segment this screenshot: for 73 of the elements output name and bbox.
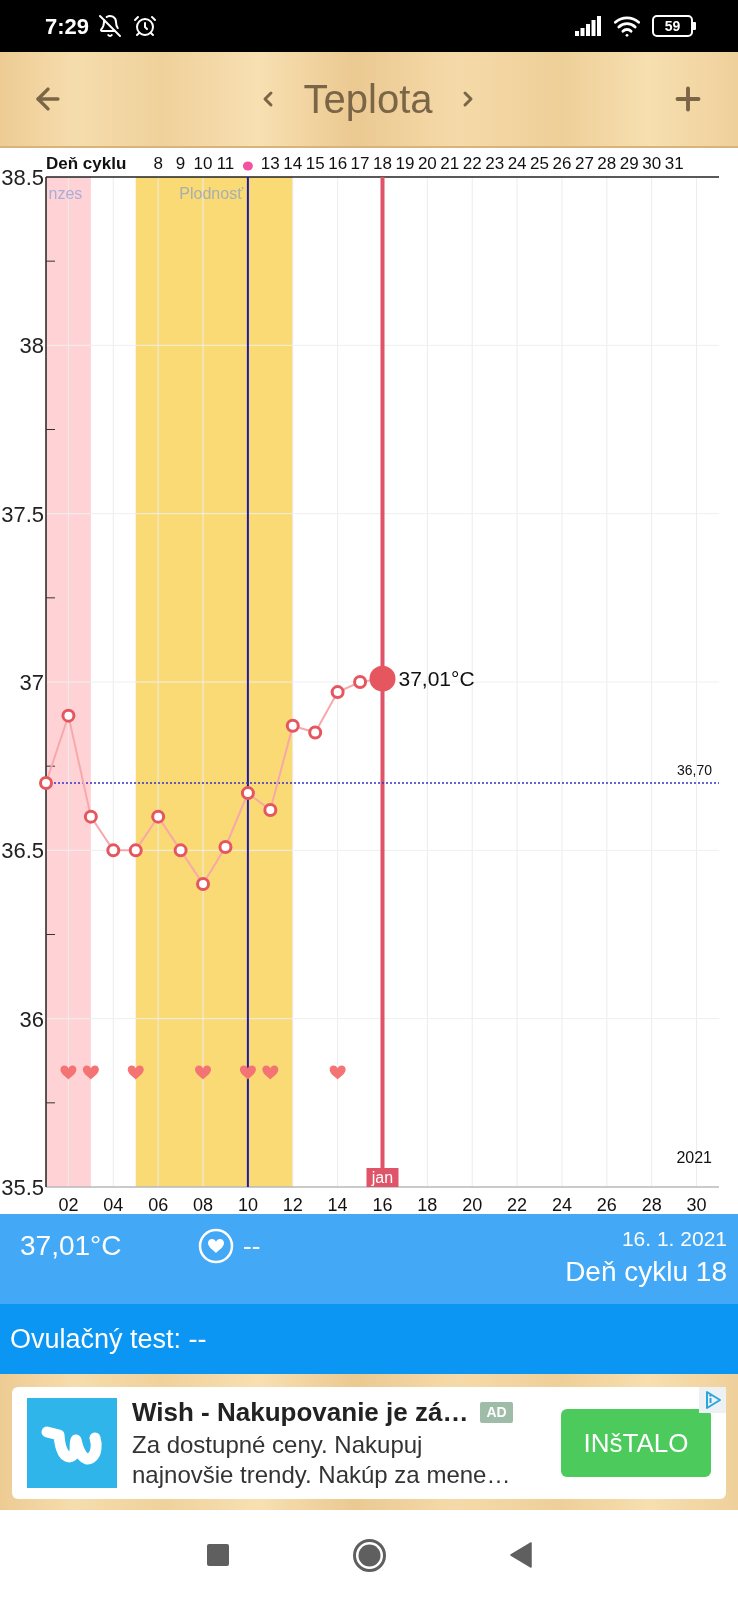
axis-label: Deň cyklu [46,154,127,173]
tick-label: 23 [485,154,505,173]
tick-label: 37 [19,670,44,695]
tick-label: 24 [507,154,527,173]
tick-label: 29 [619,154,639,173]
tick-label: 13 [260,154,280,173]
ad-badge: AD [480,1401,513,1423]
tick-label: 22 [507,1195,528,1214]
tick-label: 04 [103,1195,124,1214]
home-circle-icon[interactable] [352,1538,386,1572]
intercourse-value: -- [243,1233,261,1259]
tick-label: 15 [305,154,325,173]
band-label: nzes [48,185,83,202]
muted-bell-icon [98,14,123,38]
alarm-clock-icon [133,14,158,38]
tick-label: 30 [642,154,662,173]
date-label: 16. 1. 2021 [621,1226,727,1252]
tick-label: 38.5 [1,165,44,190]
tick-label: 19 [395,154,415,173]
tick-label: 08 [193,1195,214,1214]
tick-label: 02 [58,1195,79,1214]
ref-line-label: jan [370,1169,394,1186]
tick-label: 06 [148,1195,169,1214]
tick-label: 37.5 [1,501,44,527]
tick-label: 26 [552,154,572,173]
tick-label: 31 [664,154,684,173]
back-triangle-icon[interactable] [509,1542,532,1568]
tick-label: 17 [350,154,370,173]
tick-label: 24 [551,1195,572,1214]
tick-label: 12 [282,1195,303,1214]
screen-title: Teplota [303,79,433,119]
year-label: 2021 [676,1149,712,1166]
ad-description: Za dostupné ceny. Nakupuj najnovšie trendy. Nakúp za mene… [132,1430,512,1490]
recents-square-icon[interactable] [206,1544,229,1566]
date-tag: jan [366,1168,399,1187]
battery-indicator: 59 [652,15,696,37]
tick-label: 38 [19,333,44,359]
tick-label: 25 [530,154,549,173]
tick-label: 8 [153,154,163,173]
tick-label: 16 [372,1195,393,1214]
tick-label: 21 [440,154,460,173]
ad-title: Wish - Nakupovanie je zá… [132,1396,469,1428]
tick-label: 26 [596,1195,617,1214]
tick-label: 14 [327,1195,348,1214]
temperature-value: 37,01°C [20,1232,123,1260]
tick-label: 10 [237,1195,258,1214]
tick-label: 14 [283,154,303,173]
tick-label: 20 [462,1195,483,1214]
cycle-day-label: Deň cyklu 18 [565,1255,727,1289]
reference-value-label: 36,70 [676,762,712,778]
tick-label: 18 [417,1195,438,1214]
tick-label: 36 [19,1006,44,1032]
signal-icon [575,16,602,36]
app-logo-icon [27,1398,117,1488]
tick-label: 30 [686,1195,707,1214]
tick-label: 27 [574,154,594,173]
tick-label: 16 [328,154,348,173]
tick-label: 35.5 [1,1175,44,1200]
tick-label: 28 [641,1195,662,1214]
ad-info-icon [699,1387,726,1413]
tick-label: 18 [373,154,392,173]
tick-label: 22 [462,154,482,173]
tick-label: 9 [175,154,186,173]
heart-circle-icon [198,1228,234,1264]
install-button[interactable]: INšTALO [561,1409,711,1477]
value-label: 37,01°C [398,666,475,690]
tick-label: 28 [597,154,617,173]
tick-label: 10 [193,154,213,173]
tick-label: 11 [216,154,235,173]
ovulation-test-label: Ovulačný test: -- [10,1322,207,1356]
status-time: 7:29 [45,12,90,41]
tick-label: 20 [417,154,437,173]
tick-label: 36.5 [1,838,44,864]
